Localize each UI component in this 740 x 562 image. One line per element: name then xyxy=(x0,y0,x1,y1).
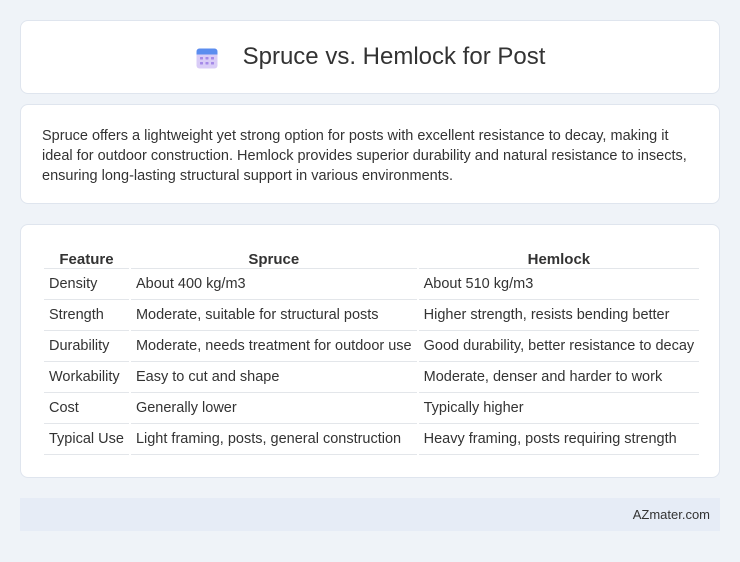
cell-hemlock: Higher strength, resists bending better xyxy=(418,300,700,331)
title-card: Spruce vs. Hemlock for Post xyxy=(20,20,720,94)
intro-paragraph: Spruce offers a lightweight yet strong o… xyxy=(42,128,687,184)
cell-spruce: Moderate, suitable for structural posts xyxy=(130,300,417,331)
page-title: Spruce vs. Hemlock for Post xyxy=(242,43,546,70)
cell-spruce: Easy to cut and shape xyxy=(130,362,417,393)
cell-spruce: Light framing, posts, general constructi… xyxy=(130,424,417,455)
cell-hemlock: About 510 kg/m3 xyxy=(418,269,700,300)
table-row: Typical Use Light framing, posts, genera… xyxy=(44,424,700,455)
table-row: Cost Generally lower Typically higher xyxy=(44,393,700,424)
comparison-table: Feature Spruce Hemlock Density About 400… xyxy=(42,246,701,455)
table-row: Durability Moderate, needs treatment for… xyxy=(44,331,700,362)
cell-feature: Workability xyxy=(44,362,129,393)
table-header-row: Feature Spruce Hemlock xyxy=(44,246,700,269)
cell-spruce: About 400 kg/m3 xyxy=(130,269,417,300)
cell-feature: Density xyxy=(44,269,129,300)
table-row: Density About 400 kg/m3 About 510 kg/m3 xyxy=(44,269,700,300)
footer: AZmater.com xyxy=(20,498,720,531)
cell-feature: Strength xyxy=(44,300,129,331)
footer-brand-link[interactable]: AZmater.com xyxy=(633,507,710,522)
calendar-icon xyxy=(196,48,218,69)
cell-feature: Typical Use xyxy=(44,424,129,455)
intro-card: Spruce offers a lightweight yet strong o… xyxy=(20,104,720,204)
header-spruce: Spruce xyxy=(130,246,417,269)
comparison-card: Feature Spruce Hemlock Density About 400… xyxy=(20,224,720,478)
cell-spruce: Moderate, needs treatment for outdoor us… xyxy=(130,331,417,362)
cell-hemlock: Typically higher xyxy=(418,393,700,424)
table-row: Strength Moderate, suitable for structur… xyxy=(44,300,700,331)
cell-hemlock: Moderate, denser and harder to work xyxy=(418,362,700,393)
header-hemlock: Hemlock xyxy=(418,246,700,269)
cell-hemlock: Good durability, better resistance to de… xyxy=(418,331,700,362)
cell-feature: Cost xyxy=(44,393,129,424)
cell-hemlock: Heavy framing, posts requiring strength xyxy=(418,424,700,455)
cell-spruce: Generally lower xyxy=(130,393,417,424)
cell-feature: Durability xyxy=(44,331,129,362)
table-row: Workability Easy to cut and shape Modera… xyxy=(44,362,700,393)
header-feature: Feature xyxy=(44,246,129,269)
